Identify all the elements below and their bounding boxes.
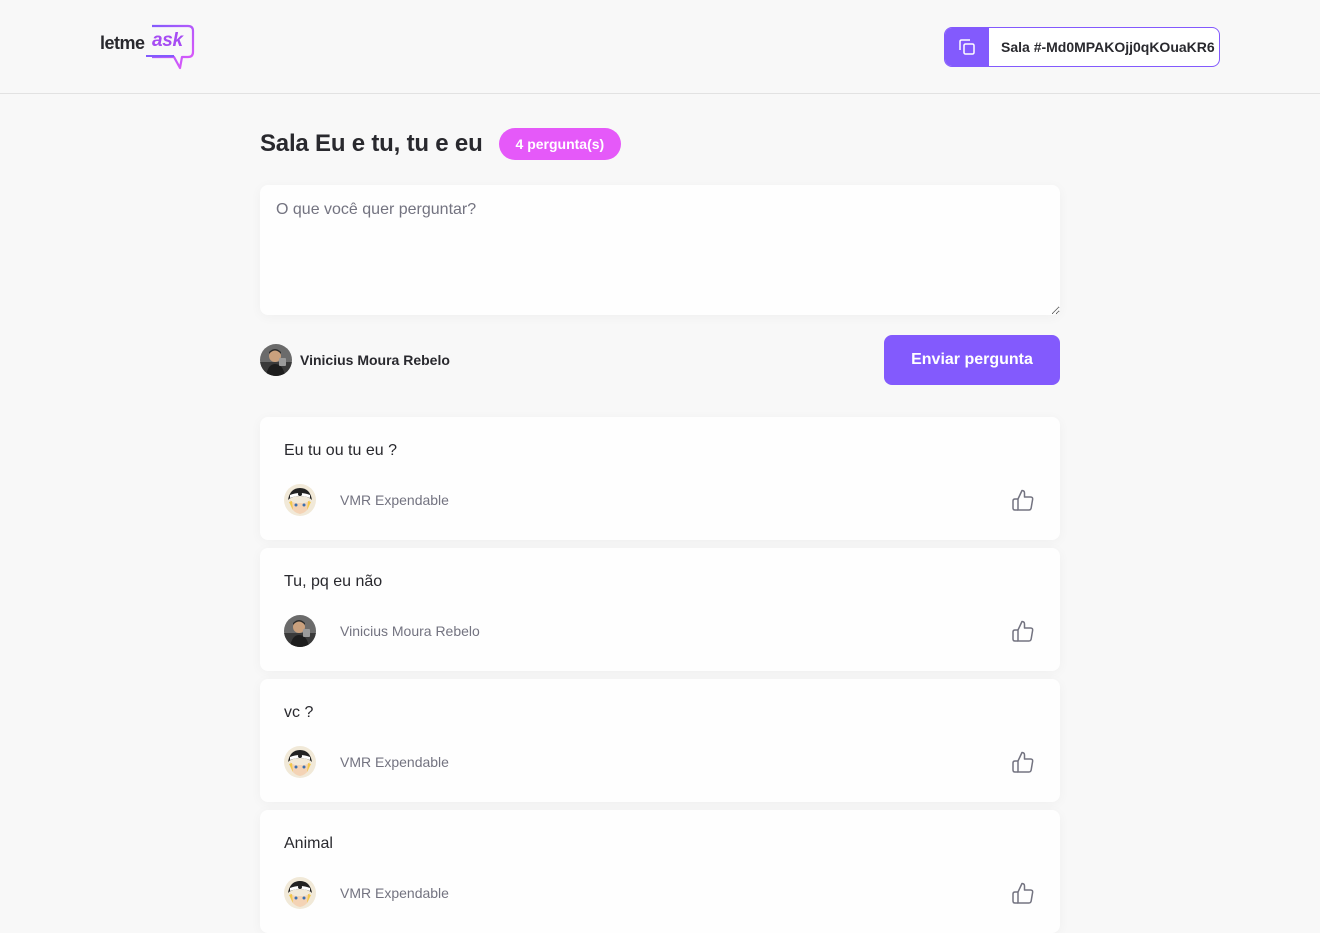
like-button[interactable] — [1010, 618, 1036, 644]
question-author: VMR Expendable — [284, 484, 449, 516]
question-author: VMR Expendable — [284, 877, 449, 909]
author-avatar — [284, 615, 316, 647]
logo-text-letme: letme — [100, 33, 145, 53]
question-content: Tu, pq eu não — [284, 573, 383, 590]
thumbs-up-icon — [1012, 620, 1034, 642]
like-button[interactable] — [1010, 880, 1036, 906]
user-name: Vinicius Moura Rebelo — [300, 352, 450, 368]
question-content: Animal — [284, 835, 333, 852]
question-card: Animal VMR Expendable — [260, 810, 1060, 933]
question-footer: VMR Expendable — [284, 746, 1036, 778]
thumbs-up-icon — [1012, 882, 1034, 904]
question-author: VMR Expendable — [284, 746, 449, 778]
question-list: Eu tu ou tu eu ? VMR Expendable Tu, pq e… — [260, 417, 1060, 933]
question-card: vc ? VMR Expendable — [260, 679, 1060, 802]
copy-room-code-button[interactable]: Sala #-Md0MPAKOjj0qKOuaKR6 — [944, 27, 1220, 67]
app-header: letme ask Sala #-Md0MPAKOjj0qKOuaKR6 — [0, 0, 1320, 94]
author-avatar — [284, 484, 316, 516]
like-button[interactable] — [1010, 749, 1036, 775]
send-question-button[interactable]: Enviar pergunta — [884, 335, 1060, 385]
question-content: vc ? — [284, 704, 314, 721]
author-name: Vinicius Moura Rebelo — [340, 623, 480, 639]
question-footer: VMR Expendable — [284, 484, 1036, 516]
room-title-row: Sala Eu e tu, tu e eu 4 pergunta(s) — [260, 128, 622, 160]
user-avatar — [260, 344, 292, 376]
question-card: Eu tu ou tu eu ? VMR Expendable — [260, 417, 1060, 540]
page-title: Sala Eu e tu, tu e eu — [260, 130, 483, 157]
room-code-label: Sala #-Md0MPAKOjj0qKOuaKR6 — [1001, 39, 1215, 55]
letmeask-logo[interactable]: letme ask — [100, 22, 196, 72]
author-avatar — [284, 746, 316, 778]
form-footer: Vinicius Moura Rebelo Enviar pergunta — [260, 335, 1060, 385]
question-footer: Vinicius Moura Rebelo — [284, 615, 1036, 647]
copy-icon — [945, 28, 989, 66]
question-count-badge: 4 pergunta(s) — [498, 128, 622, 160]
author-avatar — [284, 877, 316, 909]
author-name: VMR Expendable — [340, 754, 449, 770]
thumbs-up-icon — [1012, 751, 1034, 773]
author-name: VMR Expendable — [340, 492, 449, 508]
thumbs-up-icon — [1012, 489, 1034, 511]
question-content: Eu tu ou tu eu ? — [284, 442, 397, 459]
logo-text-ask: ask — [152, 30, 183, 51]
question-input[interactable] — [260, 185, 1060, 315]
question-card: Tu, pq eu não Vinicius Moura Rebelo — [260, 548, 1060, 671]
question-footer: VMR Expendable — [284, 877, 1036, 909]
like-button[interactable] — [1010, 487, 1036, 513]
author-name: VMR Expendable — [340, 885, 449, 901]
question-author: Vinicius Moura Rebelo — [284, 615, 480, 647]
current-user: Vinicius Moura Rebelo — [260, 344, 450, 376]
